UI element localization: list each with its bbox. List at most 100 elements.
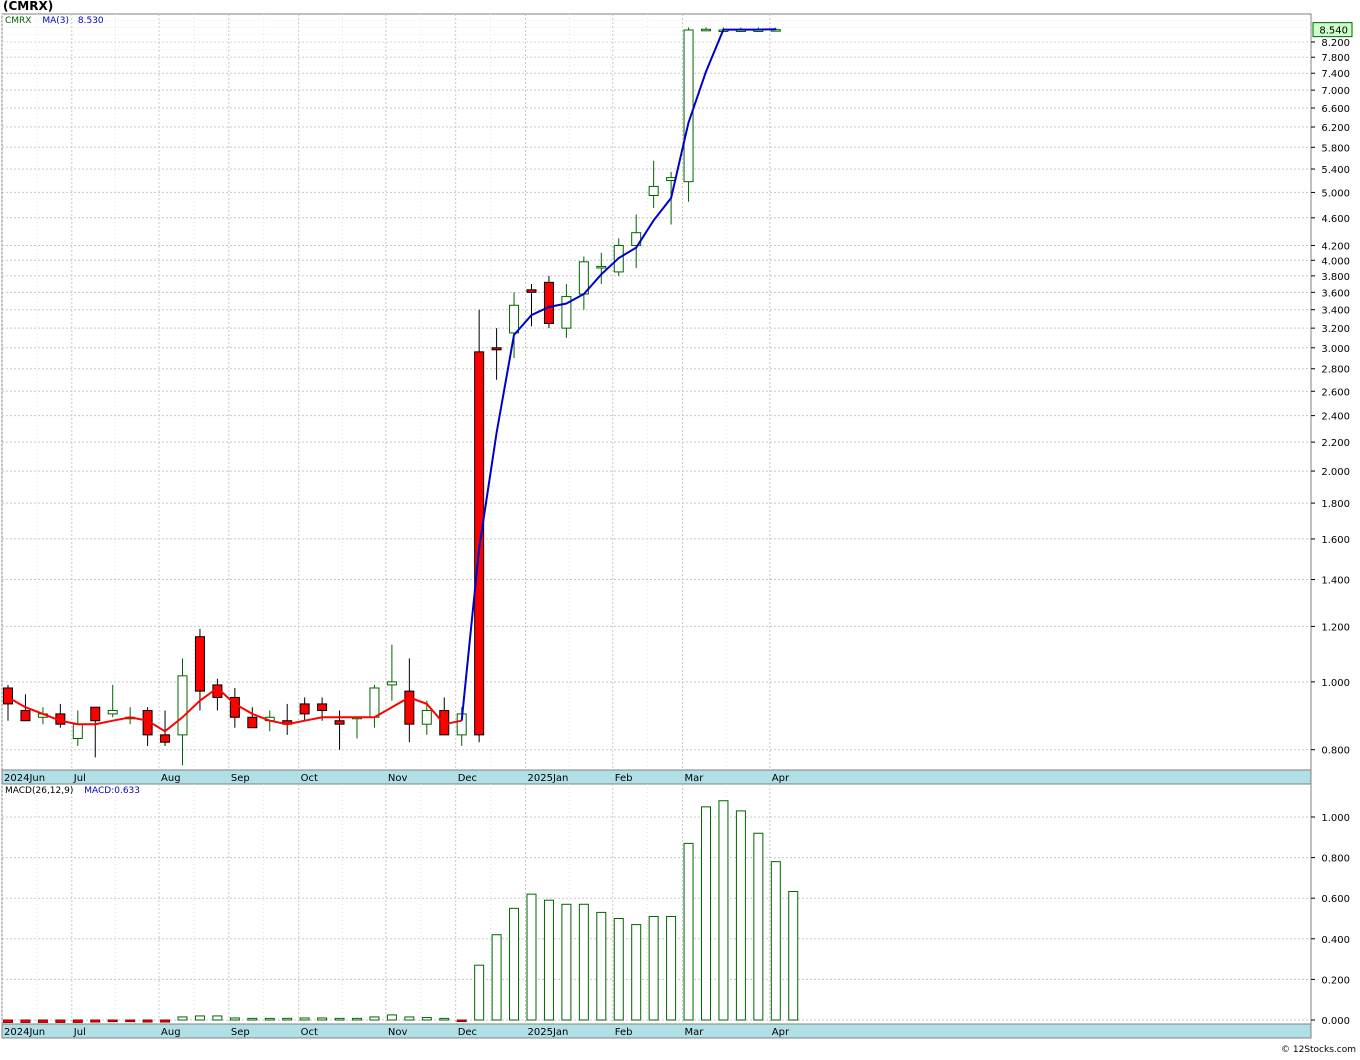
macd-bar [125, 1019, 136, 1023]
macd-bar [282, 1017, 293, 1021]
chart-svg: 0.800 1.000 1.200 1.400 1.600 1.800 2.000 2.200… [1, 13, 1353, 1039]
macd-bar [421, 1017, 432, 1021]
candle-body [194, 636, 205, 692]
price-tick-label: 7.800 [1321, 53, 1350, 64]
last-price-tag-text: 8.540 [1319, 26, 1348, 37]
macd-bar [386, 1014, 397, 1021]
price-tick-label: 6.200 [1321, 123, 1350, 134]
legend-ma-label: MA(3) [42, 16, 70, 26]
price-tick-label: 3.600 [1321, 288, 1350, 299]
chart-root: 0.800 1.000 1.200 1.400 1.600 1.800 2.000 2.200… [0, 0, 1360, 1056]
date-label-price: Feb [615, 773, 633, 784]
date-label-macd: Oct [301, 1027, 318, 1038]
macd-bar [788, 891, 799, 1021]
price-tick-label: 7.000 [1321, 86, 1350, 97]
macd-bar [701, 806, 711, 1021]
macd-bar [72, 1019, 83, 1023]
candle-body [72, 723, 83, 740]
date-label-price: Oct [301, 773, 318, 784]
macd-tick-label: 0.400 [1321, 935, 1350, 946]
macd-bar [613, 918, 624, 1021]
macd-bar [753, 832, 764, 1021]
price-tick-label: 2.600 [1321, 387, 1350, 398]
macd-date-strip [1, 1023, 1312, 1039]
macd-bar [631, 924, 642, 1021]
price-tick-label: 1.800 [1321, 499, 1350, 510]
candle-body [317, 703, 328, 712]
price-tick-label: 3.000 [1321, 344, 1350, 355]
price-tick-label: 2.000 [1321, 467, 1350, 478]
price-tick-label: 1.400 [1321, 576, 1350, 587]
date-label-macd: 2024Jun [4, 1027, 45, 1038]
price-tick-label: 6.600 [1321, 104, 1350, 115]
macd-bar [3, 1019, 13, 1023]
date-label-price: Sep [231, 773, 250, 784]
candle-body [491, 347, 502, 351]
macd-bar [20, 1019, 31, 1023]
macd-legend: MACD(26,12,9) MACD:0.633 [5, 786, 140, 796]
candle-body [369, 687, 380, 718]
date-label-price: Jul [73, 773, 86, 784]
candle-body [386, 681, 397, 686]
price-tick-label: 3.200 [1321, 324, 1350, 335]
macd-bar [578, 903, 589, 1021]
date-label-price: 2024Jun [4, 773, 45, 784]
macd-bar [194, 1015, 205, 1021]
price-tick-label: 7.400 [1321, 69, 1350, 80]
macd-bar [561, 903, 572, 1021]
price-tick-label: 3.800 [1321, 272, 1350, 283]
candle-body [648, 185, 659, 196]
candle-body [3, 687, 13, 705]
price-tick-label: 4.600 [1321, 214, 1350, 225]
candle-body [334, 720, 345, 725]
macd-tick-label: 0.000 [1321, 1016, 1350, 1027]
candle-body [160, 734, 171, 743]
candle-body [421, 710, 432, 725]
macd-bar [596, 911, 607, 1021]
date-label-price: Mar [685, 773, 705, 784]
macd-bar [456, 1019, 467, 1022]
macd-bar [107, 1019, 118, 1023]
date-label-price: Apr [772, 773, 790, 784]
price-tick-label: 3.400 [1321, 306, 1350, 317]
date-label-macd: Sep [231, 1027, 250, 1038]
candle-body [543, 281, 554, 324]
price-tick-label: 1.600 [1321, 535, 1350, 546]
macd-tick-label: 1.000 [1321, 813, 1350, 824]
candle-body [683, 29, 694, 183]
macd-bar [352, 1017, 362, 1021]
macd-bar [770, 861, 781, 1021]
date-label-macd: Nov [388, 1027, 408, 1038]
candle-body [596, 265, 607, 269]
macd-tick-label: 0.200 [1321, 975, 1350, 986]
price-tick-label: 8.200 [1321, 38, 1350, 49]
macd-bar [160, 1019, 171, 1023]
macd-bar [491, 934, 502, 1021]
macd-bar [142, 1019, 153, 1023]
price-tick-label: 2.200 [1321, 438, 1350, 449]
macd-bar [474, 964, 485, 1021]
macd-bar [648, 915, 659, 1021]
candle-body [177, 675, 188, 736]
chart-title: (CMRX) [3, 0, 54, 13]
price-tick-label: 2.800 [1321, 365, 1350, 376]
price-tick-label: 1.200 [1321, 622, 1350, 633]
macd-bar [212, 1015, 223, 1021]
price-tick-label: 2.400 [1321, 412, 1350, 423]
macd-legend-value: MACD:0.633 [84, 786, 141, 796]
macd-tick-label: 0.800 [1321, 854, 1350, 865]
macd-bar [404, 1016, 415, 1021]
price-tick-label: 1.000 [1321, 678, 1350, 689]
candle-body [299, 703, 310, 715]
macd-bar [334, 1017, 345, 1021]
candle-body [509, 304, 520, 334]
macd-bar [666, 915, 677, 1021]
price-tick-label: 4.000 [1321, 256, 1350, 267]
macd-bar [229, 1017, 240, 1021]
candle-body [404, 690, 415, 725]
price-date-strip [1, 769, 1312, 785]
date-label-macd: Apr [772, 1027, 790, 1038]
macd-bar [55, 1019, 66, 1023]
price-tick-label: 5.400 [1321, 165, 1350, 176]
price-tick-label: 5.000 [1321, 188, 1350, 199]
